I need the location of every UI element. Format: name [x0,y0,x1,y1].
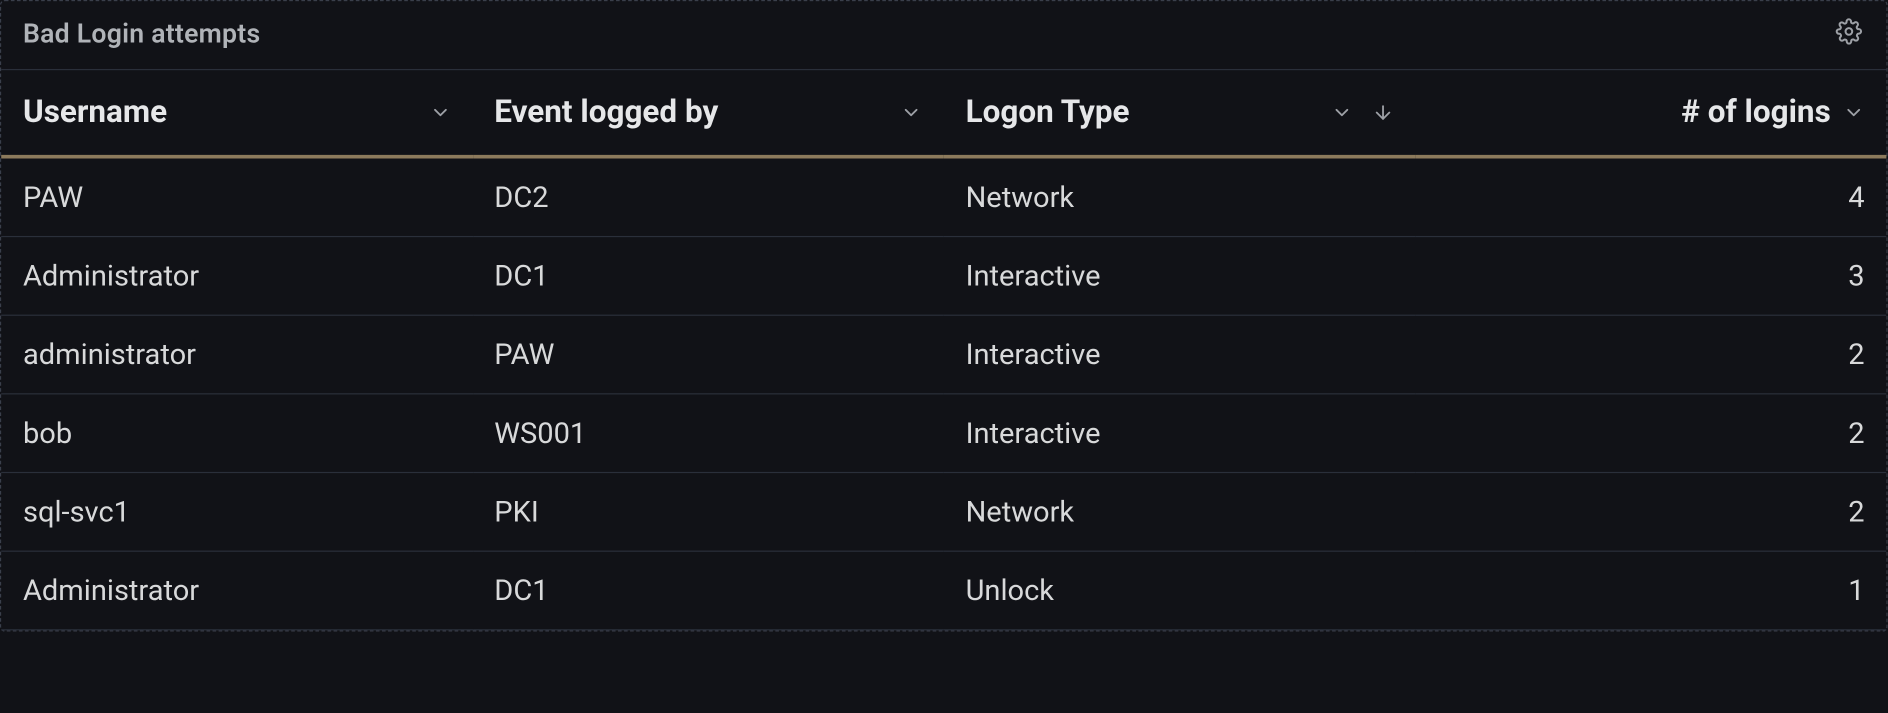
cell-logger: DC1 [473,551,944,630]
chevron-down-icon [429,102,451,124]
column-label: # of logins [1681,94,1830,130]
column-label: Event logged by [494,94,718,130]
login-attempts-table: Username Event logged by [1,70,1886,630]
column-label: Username [23,94,167,130]
table-row[interactable]: sql-svc1 PKI Network 2 [1,473,1886,552]
panel-header: Bad Login attempts [1,1,1886,70]
panel-title: Bad Login attempts [23,19,260,49]
cell-count: 3 [1415,237,1886,316]
gear-icon [1836,18,1863,49]
table-row[interactable]: administrator PAW Interactive 2 [1,315,1886,394]
cell-logger: PAW [473,315,944,394]
sort-desc-icon [1372,102,1394,124]
column-header-username[interactable]: Username [23,94,451,130]
cell-count: 2 [1415,473,1886,552]
table-row[interactable]: Administrator DC1 Unlock 1 [1,551,1886,630]
cell-type: Network [944,157,1415,237]
cell-username: Administrator [1,237,472,316]
panel-settings-button[interactable] [1833,18,1864,49]
table-row[interactable]: Administrator DC1 Interactive 3 [1,237,1886,316]
cell-logger: WS001 [473,394,944,473]
chevron-down-icon [1843,102,1865,124]
cell-logger: PKI [473,473,944,552]
cell-logger: DC2 [473,157,944,237]
cell-count: 2 [1415,394,1886,473]
chevron-down-icon [1330,102,1352,124]
cell-username: administrator [1,315,472,394]
cell-type: Interactive [944,315,1415,394]
panel-bad-login-attempts: Bad Login attempts Username [0,0,1888,632]
cell-count: 2 [1415,315,1886,394]
cell-logger: DC1 [473,237,944,316]
table-row[interactable]: bob WS001 Interactive 2 [1,394,1886,473]
column-header-event-logged-by[interactable]: Event logged by [494,94,922,130]
column-label: Logon Type [966,94,1130,130]
cell-count: 1 [1415,551,1886,630]
cell-count: 4 [1415,157,1886,237]
cell-type: Network [944,473,1415,552]
cell-type: Interactive [944,394,1415,473]
cell-username: sql-svc1 [1,473,472,552]
cell-username: bob [1,394,472,473]
cell-type: Interactive [944,237,1415,316]
cell-type: Unlock [944,551,1415,630]
chevron-down-icon [900,102,922,124]
cell-username: Administrator [1,551,472,630]
column-header-login-count[interactable]: # of logins [1437,94,1865,130]
table-row[interactable]: PAW DC2 Network 4 [1,157,1886,237]
column-header-logon-type[interactable]: Logon Type [966,94,1394,130]
cell-username: PAW [1,157,472,237]
